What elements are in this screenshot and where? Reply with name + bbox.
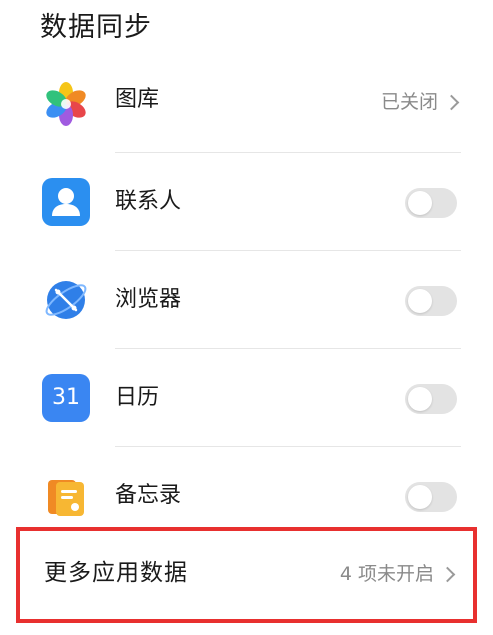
browser-icon [45, 281, 87, 319]
calendar-icon: 31 [42, 374, 90, 422]
calendar-sync-toggle[interactable] [405, 384, 457, 414]
more-app-data-status-text: 4 项未开启 [339, 563, 434, 585]
chevron-right-icon [443, 94, 460, 110]
sync-row-contacts: 联系人 [0, 153, 493, 251]
row-label-browser: 浏览器 [115, 287, 182, 312]
section-title: 数据同步 [40, 12, 152, 43]
notes-icon [48, 480, 84, 516]
sync-row-gallery[interactable]: 图库 已关闭 [0, 55, 493, 153]
calendar-icon-number: 31 [52, 385, 80, 410]
gallery-icon [46, 82, 86, 126]
more-app-data-status: 4 项未开启 [339, 559, 456, 589]
toggle-knob [408, 485, 432, 509]
contacts-sync-toggle[interactable] [405, 188, 457, 218]
browser-sync-toggle[interactable] [405, 286, 457, 316]
gallery-status[interactable]: 已关闭 [380, 87, 460, 117]
toggle-knob [408, 191, 432, 215]
more-app-data-row[interactable]: 更多应用数据 4 项未开启 [16, 527, 477, 623]
toggle-knob [408, 387, 432, 411]
row-label-notes: 备忘录 [115, 483, 182, 508]
sync-row-calendar: 31 日历 [0, 349, 493, 447]
row-label-gallery: 图库 [115, 87, 160, 112]
row-label-calendar: 日历 [115, 385, 160, 410]
chevron-right-icon [439, 566, 456, 582]
row-label-contacts: 联系人 [115, 189, 182, 214]
sync-row-browser: 浏览器 [0, 251, 493, 349]
contacts-icon [42, 178, 90, 226]
toggle-knob [408, 289, 432, 313]
notes-sync-toggle[interactable] [405, 482, 457, 512]
gallery-status-text: 已关闭 [380, 91, 438, 113]
more-app-data-label: 更多应用数据 [44, 560, 188, 586]
